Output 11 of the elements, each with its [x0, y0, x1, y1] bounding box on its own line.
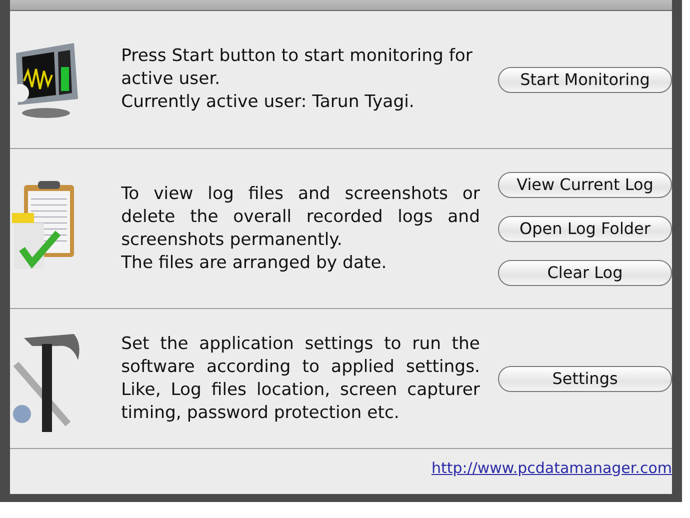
- action-button[interactable]: Start Monitoring: [498, 66, 672, 92]
- website-link[interactable]: http://www.pcdatamanager.com: [431, 458, 672, 484]
- action-button[interactable]: View Current Log: [498, 172, 672, 198]
- action-button[interactable]: Settings: [498, 366, 672, 392]
- description-text: The files are arranged by date.: [121, 252, 388, 274]
- description-text: Press Start button to start monitoring for active user.: [121, 45, 474, 91]
- description-text: Currently active user: Tarun Tyagi.: [121, 91, 416, 114]
- action-button[interactable]: Open Log Folder: [498, 216, 672, 242]
- action-button[interactable]: Clear Log: [498, 260, 672, 286]
- description-text: Set the application settings to run the software according to applied settings. Like, Log files location, screen capturer timing, password protection etc.: [121, 332, 480, 424]
- description-text: To view log files and screenshots or delete the overall recorded logs and screenshots permanently.: [121, 182, 480, 252]
